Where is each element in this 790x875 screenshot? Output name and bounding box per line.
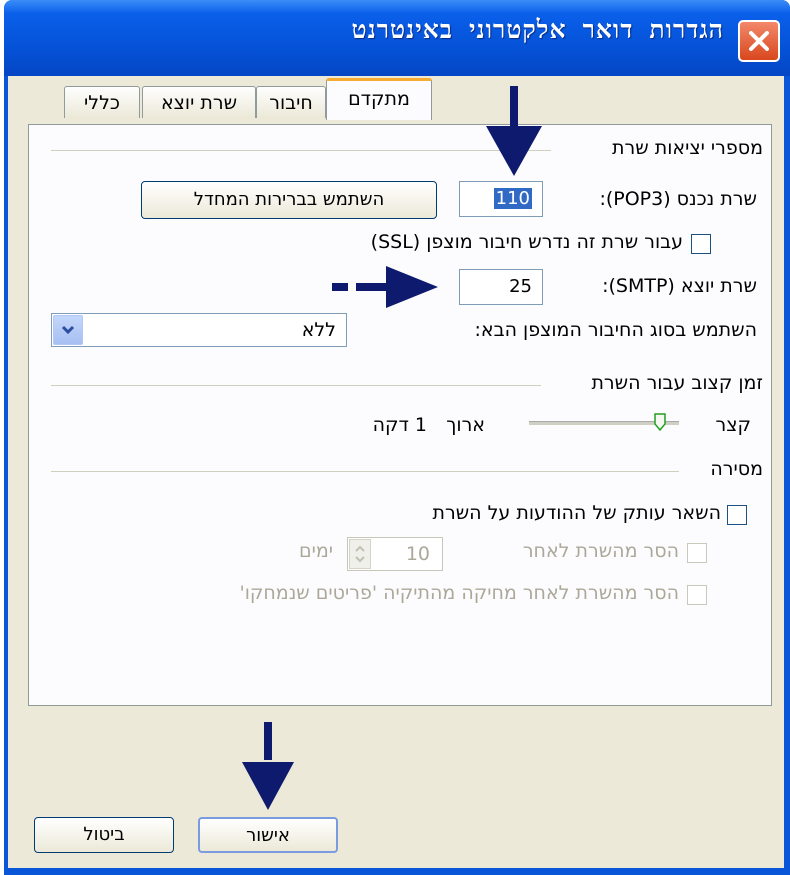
spinner-buttons[interactable] bbox=[349, 539, 371, 569]
arrow-down-icon bbox=[242, 722, 294, 810]
encryption-value: ללא bbox=[301, 319, 336, 341]
outgoing-port-input[interactable]: 25 bbox=[459, 269, 543, 305]
days-spinner[interactable]: 10 bbox=[347, 537, 443, 571]
days-label: ימים bbox=[298, 540, 333, 562]
use-defaults-button[interactable]: השתמש בברירות המחדל bbox=[141, 181, 437, 219]
tab-outgoing-server[interactable]: שרת יוצא bbox=[142, 86, 256, 118]
close-icon bbox=[749, 31, 769, 51]
arrow-down-icon bbox=[486, 86, 542, 176]
tab-label: מתקדם bbox=[348, 88, 410, 110]
timeout-slider[interactable] bbox=[529, 411, 679, 435]
encryption-label: השתמש בסוג החיבור המוצפן הבא: bbox=[474, 319, 757, 341]
tab-advanced[interactable]: מתקדם bbox=[326, 78, 432, 120]
tab-label: שרת יוצא bbox=[160, 92, 238, 114]
remove-deleted-checkbox[interactable] bbox=[687, 585, 707, 605]
dropdown-button[interactable] bbox=[53, 315, 83, 345]
timeout-value-label: 1 דקה bbox=[372, 414, 427, 436]
advanced-panel: מספרי יציאות שרת שרת נכנס (POP3): 110 הש… bbox=[28, 124, 772, 706]
group-divider bbox=[51, 385, 541, 386]
ports-group-title: מספרי יציאות שרת bbox=[612, 137, 763, 159]
spinner-arrows-icon bbox=[355, 545, 365, 563]
ok-button[interactable]: אישור bbox=[198, 817, 338, 853]
encryption-select[interactable]: ללא bbox=[51, 313, 347, 347]
slider-thumb[interactable] bbox=[654, 413, 666, 432]
incoming-port-label: שרת נכנס (POP3): bbox=[599, 188, 757, 210]
timeout-short-label: קצר bbox=[715, 414, 751, 436]
group-divider bbox=[51, 471, 679, 472]
incoming-port-value: 110 bbox=[493, 188, 532, 209]
group-divider bbox=[51, 150, 551, 151]
ssl-checkbox[interactable] bbox=[691, 234, 711, 254]
tab-connection[interactable]: חיבור bbox=[256, 86, 326, 118]
slider-thumb-icon bbox=[654, 413, 666, 432]
timeout-group-title: זמן קצוב עבור השרת bbox=[591, 372, 763, 394]
window-title: הגדרות דואר אלקטרוני באינטרנט bbox=[351, 15, 724, 44]
dialog-body: מתקדם חיבור שרת יוצא כללי מספרי יציאות ש… bbox=[8, 76, 784, 868]
chevron-down-icon bbox=[61, 325, 75, 335]
leave-copy-checkbox[interactable] bbox=[727, 505, 747, 525]
tab-label: חיבור bbox=[269, 92, 313, 114]
title-bar: הגדרות דואר אלקטרוני באינטרנט bbox=[4, 0, 790, 76]
incoming-port-input[interactable]: 110 bbox=[459, 181, 543, 217]
tab-label: כללי bbox=[84, 92, 120, 114]
remove-deleted-label: הסר מהשרת לאחר מחיקה מהתיקיה 'פריטים שנמ… bbox=[239, 582, 680, 604]
ssl-label: עבור שרת זה נדרש חיבור מוצפן (SSL) bbox=[370, 231, 683, 253]
remove-after-checkbox[interactable] bbox=[687, 543, 707, 563]
close-button[interactable] bbox=[738, 20, 780, 62]
days-value: 10 bbox=[405, 543, 430, 565]
arrow-right-icon bbox=[332, 266, 438, 308]
dialog-window: הגדרות דואר אלקטרוני באינטרנט מתקדם חיבו… bbox=[4, 0, 790, 875]
delivery-group-title: מסירה bbox=[710, 458, 763, 480]
cancel-button[interactable]: ביטול bbox=[34, 817, 174, 853]
tab-general[interactable]: כללי bbox=[64, 86, 140, 118]
leave-copy-label: השאר עותק של ההודעות על השרת bbox=[432, 502, 721, 524]
remove-after-label: הסר מהשרת לאחר bbox=[522, 540, 679, 562]
timeout-long-label: ארוך bbox=[446, 414, 485, 436]
outgoing-port-label: שרת יוצא (SMTP): bbox=[602, 275, 757, 297]
